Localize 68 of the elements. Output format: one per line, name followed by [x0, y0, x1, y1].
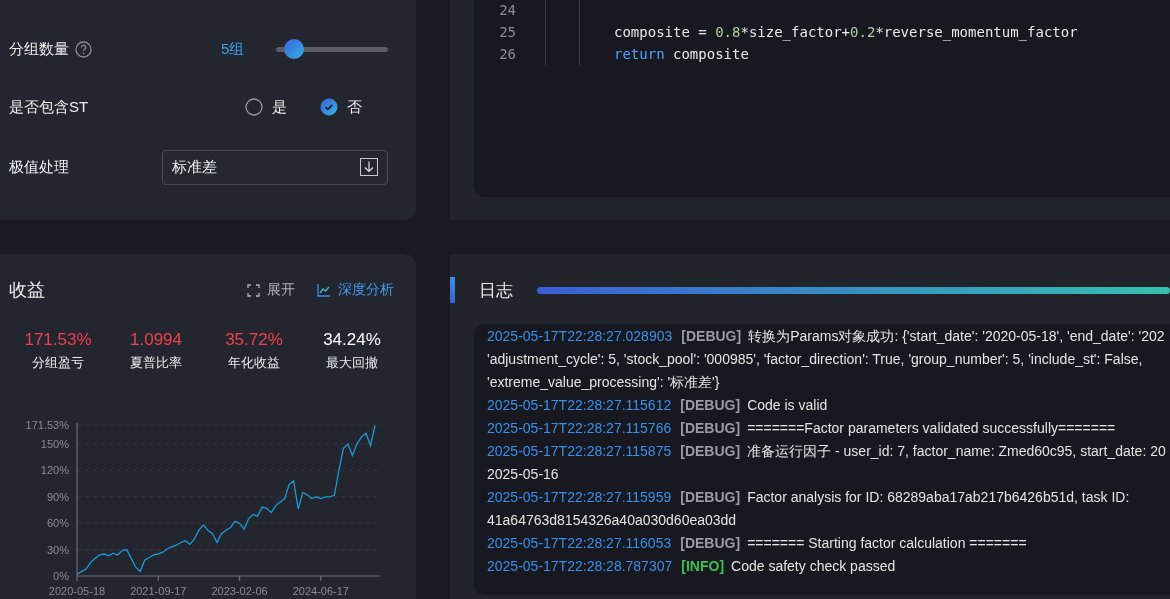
slider-value: 5组: [221, 39, 246, 59]
metric-label: 分组盈亏: [32, 354, 84, 372]
log-timestamp: 2025-05-17T22:28:27.115875: [487, 442, 672, 461]
metric-label: 年化收益: [228, 354, 280, 372]
log-message: 准备运行因子 - user_id: 7, factor_name: Zmed60c95, start_date: 20: [747, 442, 1166, 461]
radio-label[interactable]: 是: [272, 97, 287, 117]
log-message: 2025-05-16: [487, 465, 559, 484]
log-message: 'extreme_value_processing': '标准差'}: [487, 373, 720, 392]
slider-thumb[interactable]: [284, 39, 305, 59]
line-number: 26: [498, 46, 516, 62]
log-level: [INFO]: [681, 557, 725, 576]
metric-value: 171.53%: [24, 330, 92, 350]
x-axis-label: 2023-02-06: [211, 585, 268, 597]
dropdown[interactable]: 标准差: [162, 149, 388, 185]
radio-button[interactable]: [245, 98, 263, 116]
field-label: 分组数量: [9, 39, 69, 59]
radio-label[interactable]: 否: [347, 97, 362, 117]
y-axis-label: 90%: [46, 490, 69, 503]
group-count-slider[interactable]: [276, 39, 388, 59]
expand-button[interactable]: 展开: [247, 281, 295, 299]
analysis-button[interactable]: 深度分析: [317, 281, 394, 299]
log-message: Code is valid: [747, 396, 828, 415]
code-line: composite = 0.8*size_factor+0.2*reverse_momentum_factor: [614, 24, 1078, 40]
y-axis-label: 0%: [53, 570, 69, 582]
line-number: 25: [498, 24, 516, 40]
log-timestamp: 2025-05-17T22:28:27.115766: [487, 419, 672, 438]
log-timestamp: 2025-05-17T22:28:27.028903: [487, 327, 673, 346]
x-axis-label: 2024-06-17: [292, 585, 349, 597]
accent-bar: [450, 277, 455, 303]
log-message: Factor analysis for ID: 68289aba17ab217b6426b51d, task ID:: [747, 488, 1130, 507]
metric-value: 34.24%: [323, 330, 381, 350]
log-message: ======= Starting factor calculation =======: [747, 534, 1027, 553]
log-message: 41a64763d8154326a40a030d60ea03dd: [487, 511, 737, 530]
log-message: Code safety check passed: [731, 557, 896, 576]
metric-value: 1.0994: [130, 330, 182, 350]
log-message: 转换为Params对象成功: {'start_date': '2020-05-18', 'end_date': '202: [748, 327, 1165, 346]
y-axis-label: 60%: [46, 517, 69, 530]
help-icon[interactable]: [75, 40, 92, 58]
log-level: [DEBUG]: [680, 396, 741, 415]
line-number: 24: [498, 2, 516, 18]
log-timestamp: 2025-05-17T22:28:27.115959: [487, 488, 672, 507]
expand-icon: [247, 283, 260, 297]
metric-label: 夏普比率: [130, 354, 182, 372]
code-line: return composite: [614, 46, 749, 62]
log-timestamp: 2025-05-17T22:28:27.115612: [487, 396, 672, 415]
radio-button[interactable]: [320, 98, 338, 116]
metric-label: 最大回撤: [326, 354, 378, 372]
field-label: 极值处理: [9, 157, 69, 177]
x-axis-label: 2020-05-18: [48, 585, 106, 597]
y-axis-label: 150%: [40, 437, 69, 450]
metric-value: 35.72%: [225, 330, 283, 350]
panel-title: 收益: [9, 279, 45, 302]
y-axis-label: 30%: [46, 543, 69, 556]
line-chart-icon: [317, 283, 331, 297]
log-message: =======Factor parameters validated successfully=======: [747, 419, 1116, 438]
log-level: [DEBUG]: [681, 327, 742, 346]
x-axis-label: 2021-09-17: [130, 585, 187, 597]
y-axis-label: 120%: [40, 464, 69, 477]
log-timestamp: 2025-05-17T22:28:28.787307: [487, 557, 673, 576]
field-label: 是否包含ST: [9, 97, 89, 117]
log-level: [DEBUG]: [680, 488, 741, 507]
panel-title: 日志: [479, 279, 513, 302]
log-timestamp: 2025-05-17T22:28:27.116053: [487, 534, 672, 553]
y-axis-label: 171.53%: [25, 419, 69, 431]
log-level: [DEBUG]: [680, 419, 741, 438]
log-message: 'adjustment_cycle': 5, 'stock_pool': '000985', 'factor_direction': True, 'group_number': 5, 'include_st': False,: [487, 350, 1143, 369]
log-level: [DEBUG]: [680, 442, 741, 461]
log-level: [DEBUG]: [680, 534, 741, 553]
